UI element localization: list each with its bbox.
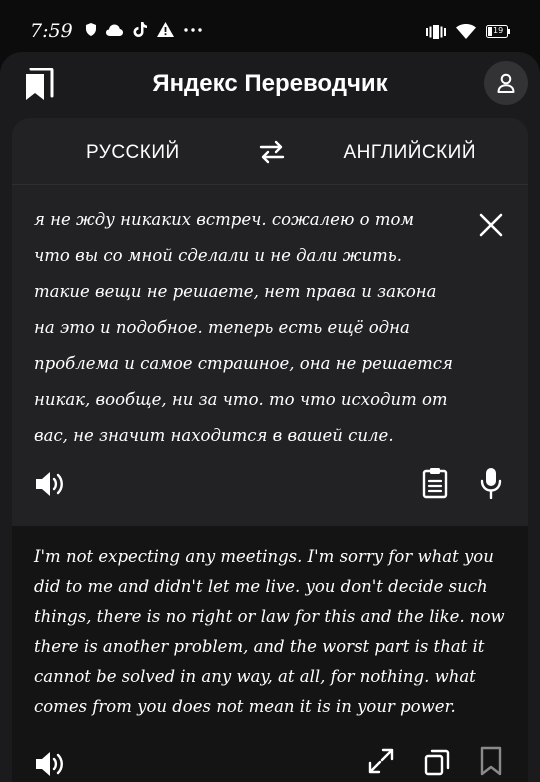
fullscreen-button[interactable]: [368, 748, 394, 774]
source-language-button[interactable]: РУССКИЙ: [86, 142, 180, 164]
battery-icon: 19: [486, 25, 510, 38]
clipboard-icon: [422, 467, 448, 499]
bookmark-icon: [480, 746, 502, 776]
swap-languages-button[interactable]: [258, 138, 286, 166]
top-bar: Яндекс Переводчик: [0, 52, 540, 118]
status-bar: 7:59 19: [0, 0, 540, 52]
copy-icon: [424, 748, 450, 776]
profile-button[interactable]: [484, 61, 528, 105]
language-bar: РУССКИЙ АНГЛИЙСКИЙ: [12, 118, 528, 184]
paste-button[interactable]: [422, 467, 448, 499]
copy-button[interactable]: [424, 748, 450, 776]
translation-text: I'm not expecting any meetings. I'm sorr…: [34, 547, 505, 716]
expand-icon: [368, 748, 394, 774]
translation-speak-button[interactable]: [34, 750, 66, 778]
source-text-input[interactable]: я не жду никаких встреч. сожалею о том ч…: [34, 202, 454, 454]
translator-card: РУССКИЙ АНГЛИЙСКИЙ я не жду никаких встр…: [12, 118, 528, 782]
speaker-icon: [34, 470, 66, 498]
microphone-icon: [478, 467, 504, 499]
cloud-icon: [106, 24, 123, 36]
source-speak-button[interactable]: [34, 470, 66, 498]
swap-icon: [258, 138, 286, 166]
vibrate-icon: [426, 24, 446, 39]
tiktok-icon: [133, 22, 147, 37]
clear-button[interactable]: [478, 212, 504, 238]
shield-icon: [86, 23, 96, 36]
app-window: Яндекс Переводчик РУССКИЙ АНГЛИЙСКИЙ я н…: [0, 52, 540, 782]
divider: [12, 184, 528, 185]
wifi-icon: [456, 24, 476, 39]
save-bookmark-button[interactable]: [480, 746, 502, 776]
microphone-button[interactable]: [478, 467, 504, 499]
warning-icon: [157, 22, 174, 37]
more-icon: [184, 27, 202, 32]
status-time: 7:59: [30, 20, 73, 42]
target-language-button[interactable]: АНГЛИЙСКИЙ: [344, 142, 477, 164]
translation-panel: I'm not expecting any meetings. I'm sorr…: [12, 526, 528, 782]
profile-icon: [497, 73, 515, 93]
close-icon: [478, 212, 504, 238]
battery-level: 19: [493, 26, 504, 35]
app-title: Яндекс Переводчик: [152, 70, 388, 97]
speaker-icon: [34, 750, 66, 778]
